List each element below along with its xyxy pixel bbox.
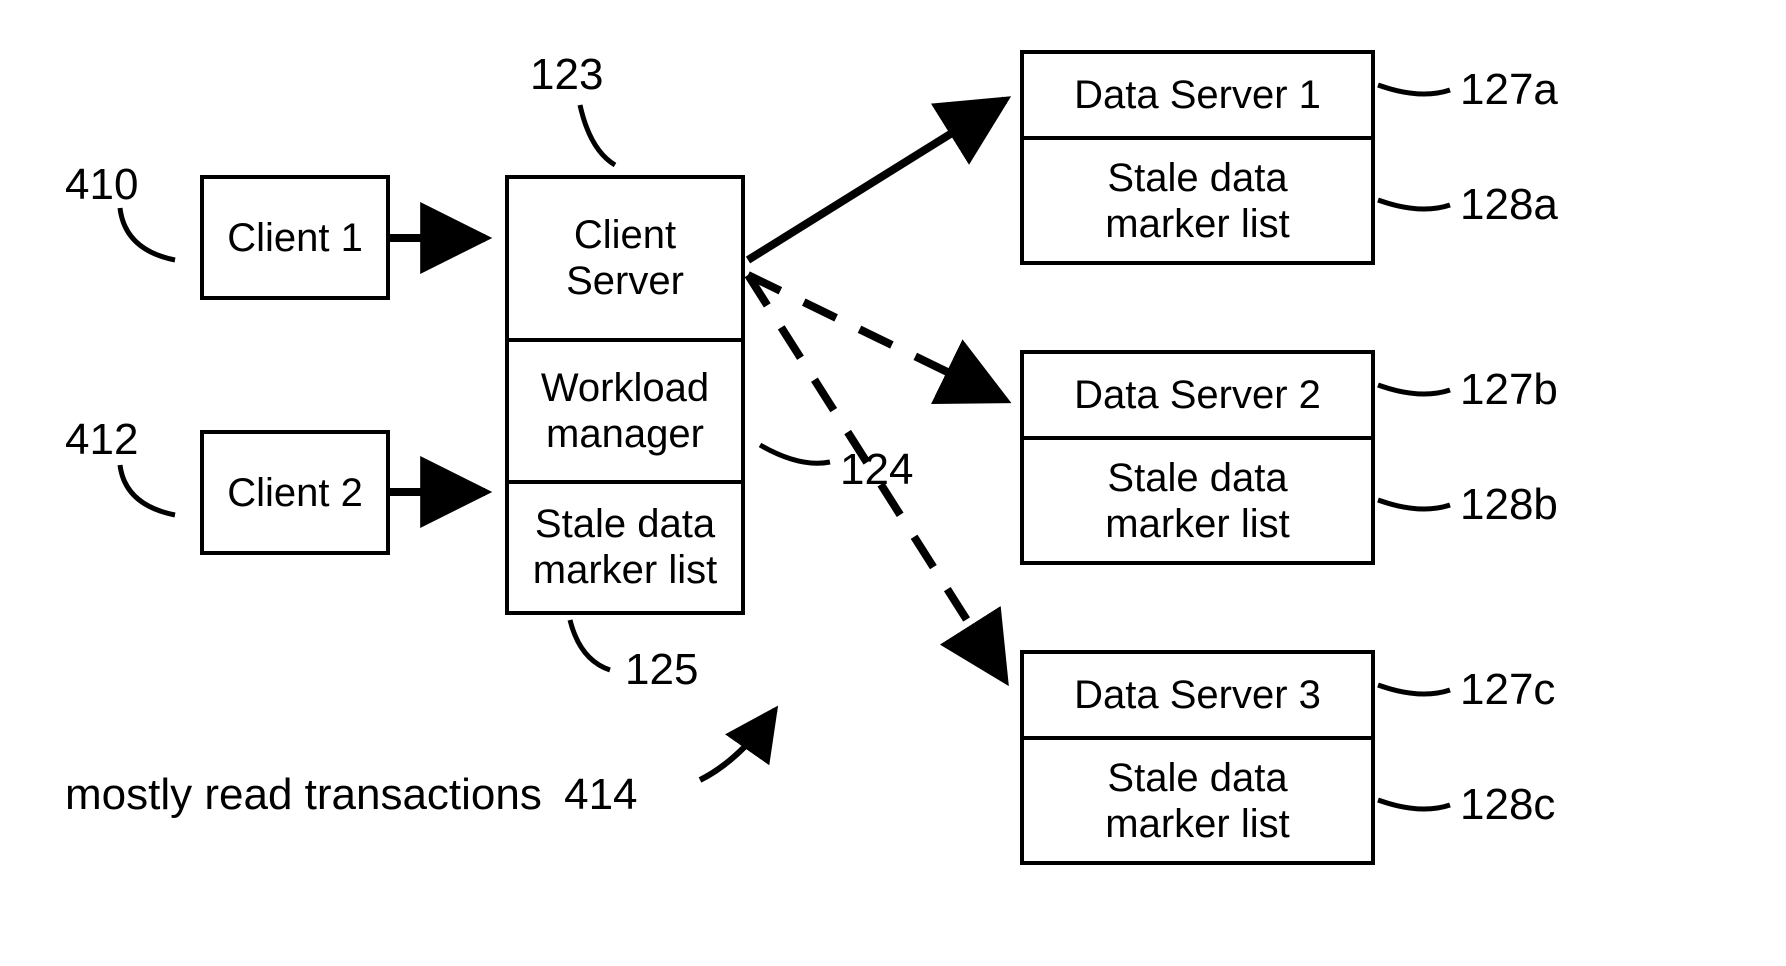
data-server-1-stale: Stale data marker list xyxy=(1024,140,1371,261)
caption-text: mostly read transactions 414 xyxy=(65,770,638,820)
caption-ref: 414 xyxy=(564,770,637,819)
data-server-3-stale: Stale data marker list xyxy=(1024,740,1371,861)
workload-manager-ref: 124 xyxy=(840,445,913,495)
client-server-cell: Client Server xyxy=(509,179,741,342)
workload-manager-cell: Workload manager xyxy=(509,342,741,484)
data-server-1-title-ref: 127a xyxy=(1460,65,1558,115)
client-server-stale-cell: Stale data marker list xyxy=(509,484,741,611)
data-server-2-box: Data Server 2 Stale data marker list xyxy=(1020,350,1375,565)
data-server-2-stale-ref: 128b xyxy=(1460,480,1558,530)
data-server-3-box: Data Server 3 Stale data marker list xyxy=(1020,650,1375,865)
data-server-2-stale: Stale data marker list xyxy=(1024,440,1371,561)
client-server-ref: 123 xyxy=(530,50,603,100)
client-1-label: Client 1 xyxy=(204,179,386,296)
client-2-ref: 412 xyxy=(65,415,138,465)
diagram-canvas: Client 1 410 Client 2 412 Client Server … xyxy=(0,0,1786,966)
data-server-1-box: Data Server 1 Stale data marker list xyxy=(1020,50,1375,265)
data-server-1-stale-ref: 128a xyxy=(1460,180,1558,230)
client-server-box: Client Server Workload manager Stale dat… xyxy=(505,175,745,615)
data-server-2-title: Data Server 2 xyxy=(1024,354,1371,440)
client-1-ref: 410 xyxy=(65,160,138,210)
client-1-box: Client 1 xyxy=(200,175,390,300)
data-server-3-title: Data Server 3 xyxy=(1024,654,1371,740)
client-server-stale-ref: 125 xyxy=(625,645,698,695)
data-server-2-title-ref: 127b xyxy=(1460,365,1558,415)
data-server-1-title: Data Server 1 xyxy=(1024,54,1371,140)
data-server-3-title-ref: 127c xyxy=(1460,665,1555,715)
client-2-label: Client 2 xyxy=(204,434,386,551)
caption-words: mostly read transactions xyxy=(65,770,542,819)
data-server-3-stale-ref: 128c xyxy=(1460,780,1555,830)
client-2-box: Client 2 xyxy=(200,430,390,555)
